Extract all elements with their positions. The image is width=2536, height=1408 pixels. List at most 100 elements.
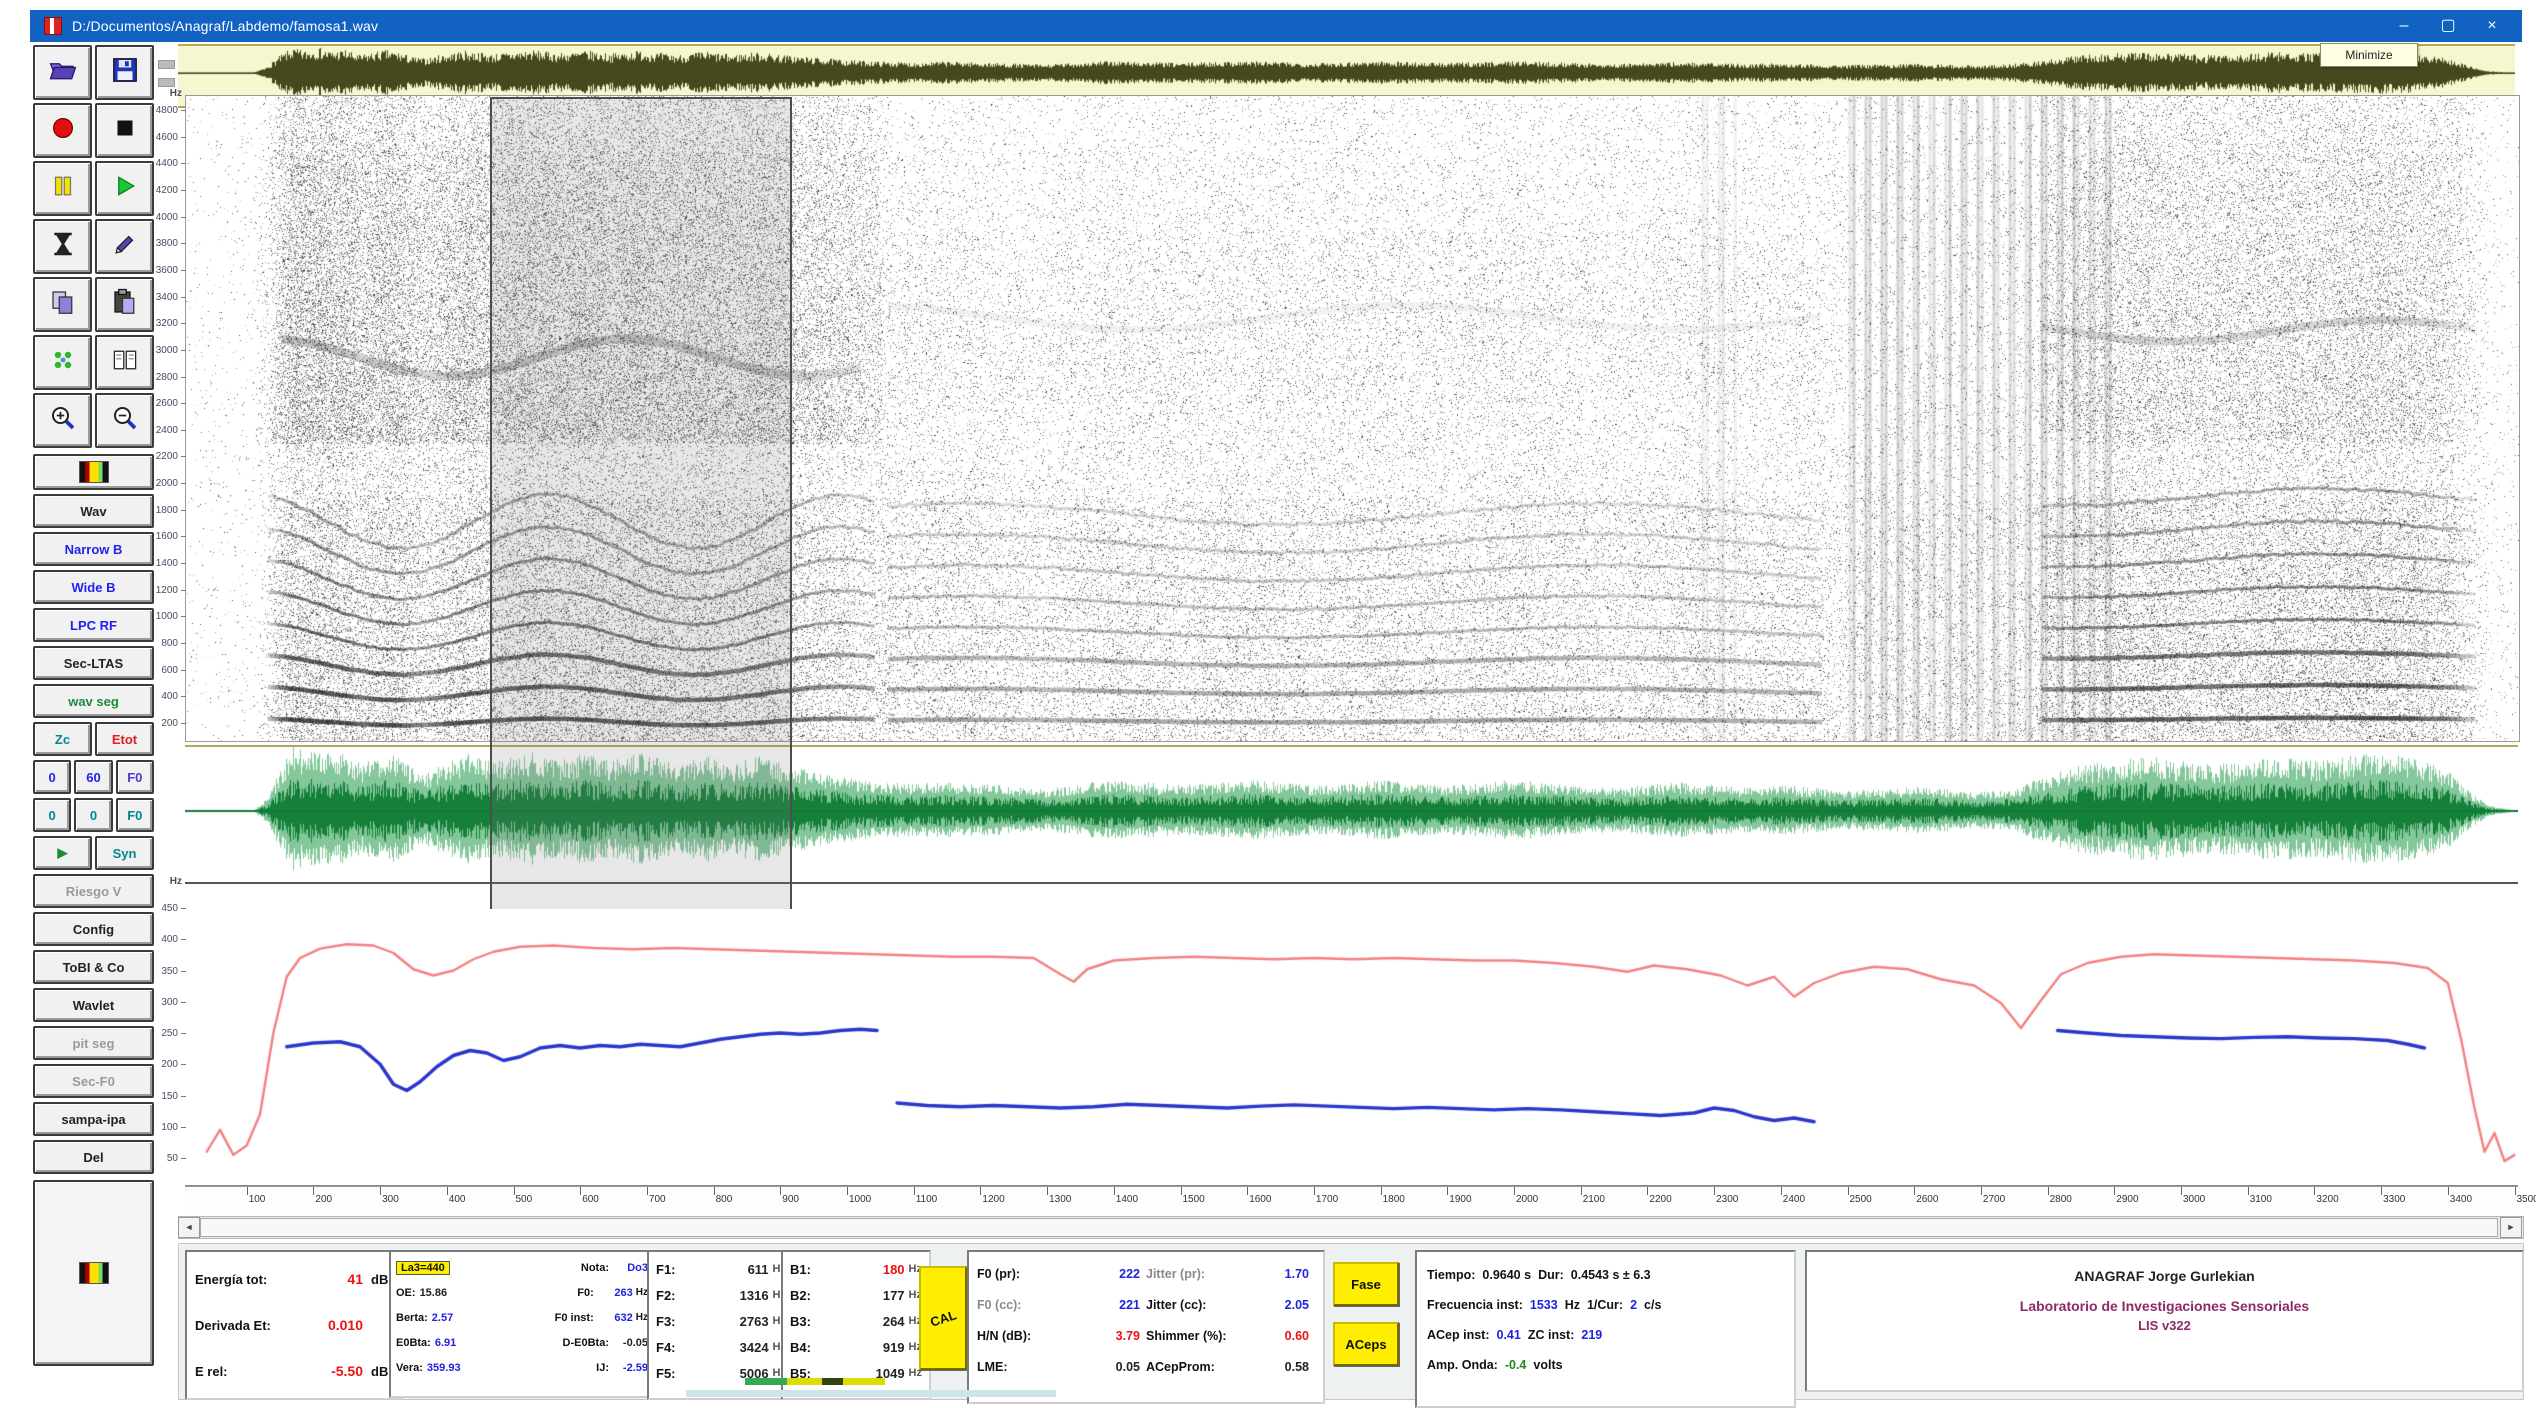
syn-button[interactable]: Syn xyxy=(95,836,154,870)
pitch-tick xyxy=(181,1158,186,1159)
copy-button[interactable] xyxy=(33,277,92,332)
0-button[interactable]: 0 xyxy=(33,760,71,794)
wav-button[interactable]: Wav xyxy=(33,494,154,528)
bandwidth-row: B3:264Hz xyxy=(790,1308,922,1334)
note-row: E0Bta:6.91D-E0Bta:-0.05 xyxy=(396,1330,648,1355)
time-tick-label: 3200 xyxy=(2316,1194,2338,1205)
time-tick-label: 400 xyxy=(449,1194,466,1205)
credits-version: LIS v322 xyxy=(1807,1318,2522,1333)
toolbar-button-stack: Wav Narrow B Wide B LPC RF Sec-LTAS wav seg Zc… xyxy=(33,452,154,1176)
time-tick xyxy=(514,1187,515,1195)
60-button[interactable]: 60 xyxy=(74,760,112,794)
aceps-button[interactable]: ACeps xyxy=(1333,1322,1399,1366)
config-button[interactable]: Config xyxy=(33,912,154,946)
close-button[interactable]: × xyxy=(2470,10,2514,42)
pitch-contours-canvas[interactable] xyxy=(185,884,2518,1185)
note-left-label: Vera: xyxy=(396,1362,423,1374)
lpc-rf-button[interactable]: LPC RF xyxy=(33,608,154,642)
0-button[interactable]: 0 xyxy=(74,798,112,832)
spectrogram-tick-label: 1600 xyxy=(138,531,178,542)
note-right-label: Nota: xyxy=(581,1262,609,1274)
tobi-co-button[interactable]: ToBI & Co xyxy=(33,950,154,984)
maximize-button[interactable]: ▢ xyxy=(2426,10,2470,42)
time-tick-label: 300 xyxy=(382,1194,399,1205)
spectrogram-tick xyxy=(181,643,186,644)
zoom-in-button[interactable] xyxy=(33,393,92,448)
spectrogram-tick xyxy=(181,536,186,537)
bandwidth-row-value: 264 xyxy=(883,1314,905,1329)
note-right-label: F0: xyxy=(577,1287,594,1299)
time-tick xyxy=(1314,1187,1315,1195)
zc-button[interactable]: Zc xyxy=(33,722,92,756)
energy-value: 0.010 xyxy=(328,1317,363,1333)
pit-seg-button[interactable]: pit seg xyxy=(33,1026,154,1060)
paste-icon xyxy=(110,287,140,322)
time-info-row: Amp. Onda:-0.4volts xyxy=(1427,1350,1784,1380)
pause-button[interactable] xyxy=(33,161,92,216)
formant-row-value: 1316 xyxy=(740,1288,769,1303)
time-tick-label: 600 xyxy=(582,1194,599,1205)
voice-column: F0 (pr):222F0 (cc):221H/N (dB):3.79LME:0… xyxy=(977,1258,1146,1396)
f0-button[interactable]: F0 xyxy=(116,798,154,832)
time-tick xyxy=(1848,1187,1849,1195)
0-button[interactable]: 0 xyxy=(33,798,71,832)
--button[interactable]: ▶ xyxy=(33,836,92,870)
time-tick xyxy=(1381,1187,1382,1195)
time-tick xyxy=(1714,1187,1715,1195)
wide-b-button[interactable]: Wide B xyxy=(33,570,154,604)
bandwidth-row-value: 180 xyxy=(883,1262,905,1277)
time-tick-label: 100 xyxy=(249,1194,266,1205)
time-tick-label: 3000 xyxy=(2183,1194,2205,1205)
narrow-b-button[interactable]: Narrow B xyxy=(33,532,154,566)
anagraf-window: { "window": { "title": "D:/Documentos/An… xyxy=(0,0,2536,1400)
energy-row: Energía tot:41dB xyxy=(195,1271,393,1287)
record-button[interactable] xyxy=(33,103,92,158)
bandwidth-row: B1:180Hz xyxy=(790,1256,922,1282)
pitch-tick-label: 50 xyxy=(138,1153,178,1164)
voice-column: Jitter (pr):1.70Jitter (cc):2.05Shimmer … xyxy=(1146,1258,1315,1396)
time-info-segment: c/s xyxy=(1644,1298,1661,1312)
riesgo-v-button[interactable]: Riesgo V xyxy=(33,874,154,908)
sec-ltas-button[interactable]: Sec-LTAS xyxy=(33,646,154,680)
wait-button[interactable] xyxy=(33,219,92,274)
title-bar[interactable]: D:/Documentos/Anagraf/Labdemo/famosa1.wa… xyxy=(30,10,2522,42)
pitch-intensity-panel[interactable] xyxy=(185,884,2518,1186)
spectrogram-tick-label: 2800 xyxy=(138,372,178,383)
cal-button[interactable]: CAL xyxy=(919,1266,967,1370)
fase-button[interactable]: Fase xyxy=(1333,1262,1399,1306)
del-button[interactable]: Del xyxy=(33,1140,154,1174)
time-tick xyxy=(780,1187,781,1195)
spectrogram-tick xyxy=(181,163,186,164)
toolbar-bottom-panel[interactable] xyxy=(33,1180,154,1366)
grid-button[interactable] xyxy=(33,335,92,390)
note-right-value: -0.05 xyxy=(614,1337,648,1349)
bandwidth-row: B2:177Hz xyxy=(790,1282,922,1308)
voice-row: LME:0.05 xyxy=(977,1351,1146,1382)
scroll-right-arrow-icon[interactable]: ► xyxy=(2500,1217,2522,1238)
minimize-button[interactable]: – xyxy=(2382,10,2426,42)
scroll-left-arrow-icon[interactable]: ◄ xyxy=(178,1217,200,1238)
time-tick-label: 1600 xyxy=(1249,1194,1271,1205)
colormap-button[interactable] xyxy=(33,454,154,490)
voice-label: F0 (cc): xyxy=(977,1298,1021,1312)
time-selection-region[interactable] xyxy=(490,97,792,909)
f0-button[interactable]: F0 xyxy=(116,760,154,794)
sec-f0-button[interactable]: Sec-F0 xyxy=(33,1064,154,1098)
overview-waveform-canvas[interactable] xyxy=(178,46,2515,102)
open-button[interactable] xyxy=(33,45,92,100)
time-info-segment: 0.41 xyxy=(1497,1328,1521,1342)
time-tick-label: 1200 xyxy=(982,1194,1004,1205)
scrollbar-thumb[interactable] xyxy=(200,1218,2498,1237)
time-tick xyxy=(1181,1187,1182,1195)
wavlet-button[interactable]: Wavlet xyxy=(33,988,154,1022)
time-info-segment: Dur: xyxy=(1538,1268,1564,1282)
sampa-ipa-button[interactable]: sampa-ipa xyxy=(33,1102,154,1136)
spectrogram-tick-label: 3000 xyxy=(138,345,178,356)
spectrogram-tick-label: 2600 xyxy=(138,398,178,409)
toolbar-button-row: ZcEtot xyxy=(33,722,154,756)
toolbar-button-row: 060F0 xyxy=(33,760,154,794)
la3-440-badge[interactable]: La3=440 xyxy=(396,1261,450,1275)
time-tick-label: 3500 xyxy=(2517,1194,2536,1205)
wav-seg-button[interactable]: wav seg xyxy=(33,684,154,718)
voice-row: Jitter (pr):1.70 xyxy=(1146,1258,1315,1289)
